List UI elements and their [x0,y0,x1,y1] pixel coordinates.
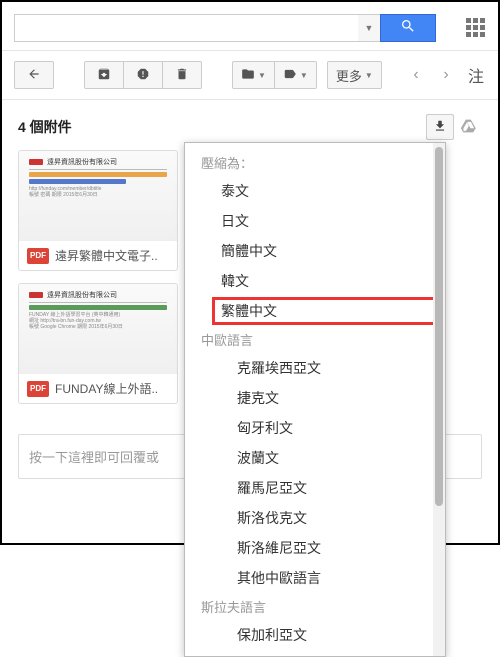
back-button[interactable] [14,61,54,89]
caret-down-icon: ▼ [365,71,373,80]
spam-button[interactable] [123,61,163,89]
encoding-dropdown: 壓縮為： 泰文日文簡體中文韓文繁體中文中歐語言克羅埃西亞文捷克文匈牙利文波蘭文羅… [184,142,446,657]
settings-extra[interactable]: 注 [466,63,486,87]
attachment-thumbnail: 遠昇資訊股份有限公司 FUNDAY 線上外語學習平台 (英中韓通用) 網址 ht… [19,284,177,374]
dropdown-item[interactable]: 簡體中文 [185,236,445,266]
dropdown-item[interactable]: 波蘭文 [185,443,445,473]
labels-button[interactable]: ▼ [274,61,317,89]
prev-button[interactable]: ‹ [406,66,426,84]
dropdown-section-label: 斯拉夫語言 [185,593,445,620]
spam-icon [136,67,150,84]
more-menu-button[interactable]: 更多 ▼ [327,61,382,89]
attachment-name: FUNDAY線上外語.. [55,380,158,397]
scrollbar-thumb[interactable] [435,147,443,506]
pdf-badge: PDF [27,381,49,397]
save-to-drive-button[interactable] [460,117,482,138]
dropdown-item[interactable]: 斯洛維尼亞文 [185,533,445,563]
search-icon [400,18,416,39]
action-toolbar: ▼ ▼ 更多 ▼ ‹ › 注 [2,51,498,100]
more-label: 更多 [336,66,362,85]
dropdown-item[interactable]: 斯洛伐克文 [185,503,445,533]
attachment-card[interactable]: 遠昇資訊股份有限公司 http://funday.com/member/dbti… [18,150,178,271]
reply-placeholder: 按一下這裡即可回覆或 [29,450,159,465]
search-options-dropdown[interactable]: ▼ [358,14,380,42]
back-arrow-icon [27,67,41,84]
attachments-count: 4 個附件 [18,117,72,137]
search-input[interactable] [14,14,358,42]
folder-icon [241,67,255,84]
move-to-button[interactable]: ▼ [232,61,275,89]
apps-grid-icon[interactable] [466,18,486,38]
download-all-button[interactable] [426,114,454,140]
pdf-badge: PDF [27,248,49,264]
dropdown-item[interactable]: 捷克文 [185,383,445,413]
dropdown-item[interactable]: 匈牙利文 [185,413,445,443]
caret-down-icon: ▼ [300,71,308,80]
dropdown-item[interactable]: 其他中歐語言 [185,563,445,593]
search-button[interactable] [380,14,436,42]
dropdown-item[interactable]: 繁體中文 [213,298,435,324]
attachment-card[interactable]: 遠昇資訊股份有限公司 FUNDAY 線上外語學習平台 (英中韓通用) 網址 ht… [18,283,178,404]
attachment-name: 遠昇繁體中文電子.. [55,247,158,264]
download-icon [433,119,447,136]
trash-icon [175,67,189,84]
archive-icon [97,67,111,84]
top-bar: ▼ [2,2,498,51]
dropdown-item[interactable]: 保加利亞文 [185,620,445,650]
archive-button[interactable] [84,61,124,89]
dropdown-item[interactable]: 韓文 [185,266,445,296]
caret-down-icon: ▼ [258,71,266,80]
dropdown-item[interactable]: 羅馬尼亞文 [185,473,445,503]
dropdown-scrollbar[interactable] [433,143,445,656]
delete-button[interactable] [162,61,202,89]
dropdown-header: 壓縮為： [185,149,445,176]
next-button[interactable]: › [436,66,456,84]
dropdown-item[interactable]: 日文 [185,206,445,236]
dropdown-item[interactable]: 克羅埃西亞文 [185,353,445,383]
attachment-thumbnail: 遠昇資訊股份有限公司 http://funday.com/member/dbti… [19,151,177,241]
label-icon [283,67,297,84]
drive-icon [460,117,478,135]
dropdown-item[interactable]: 泰文 [185,176,445,206]
attachments-header: 4 個附件 [2,100,498,146]
dropdown-section-label: 中歐語言 [185,326,445,353]
